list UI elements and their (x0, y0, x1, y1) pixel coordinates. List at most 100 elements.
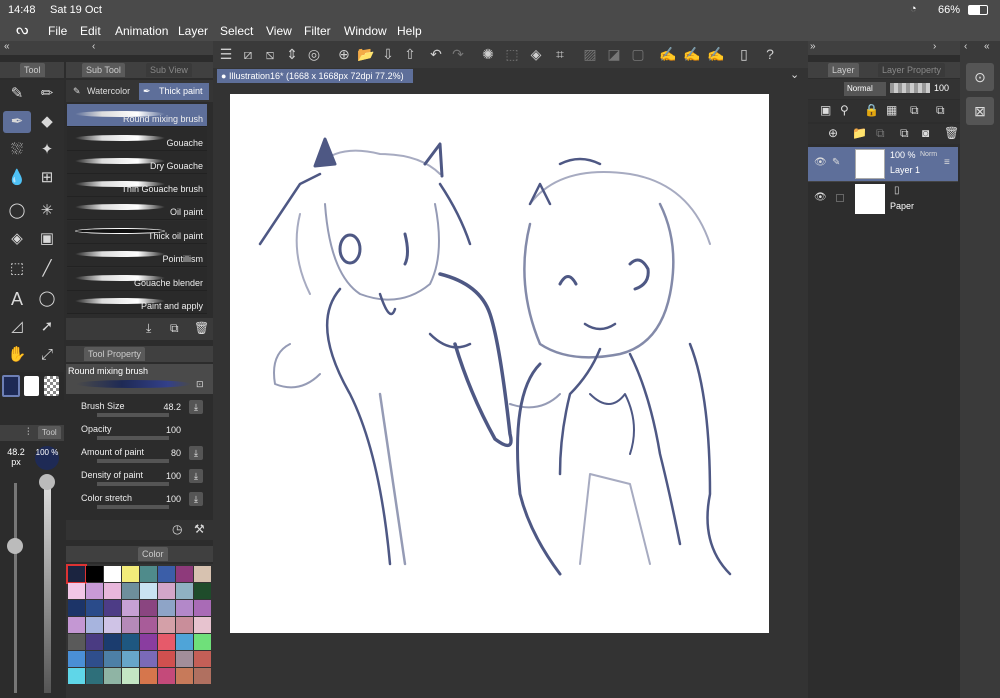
collapse-far-right-icon[interactable]: ‹ (964, 41, 967, 52)
clear-icon[interactable]: ⬚ (503, 45, 521, 63)
opacity-slider-track[interactable] (44, 483, 51, 693)
menu-view[interactable]: View (266, 24, 292, 38)
color-swatch[interactable] (194, 600, 211, 616)
object-select-icon[interactable]: ➚ (33, 316, 61, 338)
color-swatch[interactable] (104, 583, 121, 599)
move-layer-icon[interactable]: ⬚ (3, 258, 31, 280)
color-swatch[interactable] (104, 668, 121, 684)
line-tool-icon[interactable]: ╱ (33, 258, 61, 280)
selection-off-icon[interactable]: ▨ (581, 45, 599, 63)
mask-icon[interactable]: ⧉ (910, 103, 919, 118)
lasso-tool-icon[interactable]: ◯ (3, 200, 31, 222)
eye-icon[interactable]: 👁 (814, 157, 827, 168)
color-swatch[interactable] (68, 634, 85, 650)
tab-color[interactable]: Color (138, 547, 168, 561)
color-swatch[interactable] (140, 583, 157, 599)
stepper-icon[interactable]: ⇕ (283, 45, 301, 63)
hand-tool-icon[interactable]: ✋ (3, 344, 31, 366)
transparent-color-swatch[interactable] (44, 376, 59, 396)
color-swatch[interactable] (158, 600, 175, 616)
color-swatch[interactable] (86, 651, 103, 667)
brush-item-gouache-blender[interactable]: Gouache blender (67, 268, 207, 291)
brush-item-round-mixing[interactable]: Round mixing brush (67, 104, 207, 127)
color-swatch[interactable] (140, 600, 157, 616)
frame-tool-icon[interactable]: ◿ (3, 316, 31, 338)
eye-icon[interactable]: 👁 (814, 192, 827, 203)
color-swatch[interactable] (158, 651, 175, 667)
collapse-icon[interactable]: « (984, 41, 990, 52)
color-swatch[interactable] (176, 583, 193, 599)
tab-tool[interactable]: Tool (20, 63, 45, 77)
lock-icon[interactable]: ⊡ (196, 379, 204, 390)
menu-window[interactable]: Window (344, 24, 387, 38)
download-icon[interactable]: ⤓ (146, 321, 151, 336)
menu-select[interactable]: Select (220, 24, 253, 38)
color-swatch[interactable] (194, 566, 211, 582)
color-swatch[interactable] (158, 617, 175, 633)
grid-tool-icon[interactable]: ⊞ (33, 167, 61, 189)
tab-layer[interactable]: Layer (828, 63, 859, 77)
pencil-tool-icon[interactable]: ✏ (33, 83, 61, 105)
invert-selection-icon[interactable]: ◪ (605, 45, 623, 63)
color-swatch[interactable] (140, 668, 157, 684)
brush-item-pointillism[interactable]: Pointillism (67, 244, 207, 267)
brush-tool-icon[interactable]: ✒ (3, 111, 31, 133)
color-swatch[interactable] (86, 566, 103, 582)
color-swatch[interactable] (68, 583, 85, 599)
layer-row-layer1[interactable]: 👁 ✎ 100 % Norm Layer 1 ≡ (808, 147, 958, 181)
prop-opacity[interactable]: Opacity 100 (67, 421, 207, 443)
menu-file[interactable]: File (48, 24, 67, 38)
size-slider-track[interactable] (14, 483, 17, 693)
eraser-tool-icon[interactable]: ◆ (33, 111, 61, 133)
redo-icon[interactable]: ↷ (449, 45, 467, 63)
color-swatch[interactable] (194, 617, 211, 633)
document-tab[interactable]: ● Illustration16* (1668 x 1668px 72dpi 7… (217, 69, 413, 83)
magic-wand-icon[interactable]: ✳ (33, 200, 61, 222)
new-raster-layer-icon[interactable]: ⊕ (828, 126, 838, 140)
color-swatch[interactable] (86, 634, 103, 650)
color-swatch[interactable] (68, 668, 85, 684)
color-swatch[interactable] (158, 566, 175, 582)
brush-item-thin-gouache[interactable]: Thin Gouache brush (67, 174, 207, 197)
airbrush-tool-icon[interactable]: ⛆ (3, 139, 31, 161)
blend-tool-icon[interactable]: 💧 (3, 167, 31, 189)
fill-icon[interactable]: ◈ (527, 45, 545, 63)
layer-row-paper[interactable]: 👁 ▯ Paper (808, 181, 958, 215)
tab-layer-property[interactable]: Layer Property (878, 63, 946, 77)
drawing-canvas[interactable] (230, 94, 769, 633)
merge-icon[interactable]: ⧉ (900, 126, 909, 141)
help-icon[interactable]: ? (761, 45, 779, 63)
prop-density-of-paint[interactable]: Density of paint 100 ⤓ (67, 467, 207, 489)
pen-tool-icon[interactable]: ✎ (3, 83, 31, 105)
blend-mode-select[interactable]: Normal (844, 82, 886, 96)
sub-color-swatch[interactable] (24, 376, 39, 396)
group-watercolor[interactable]: ✎ Watercolor (69, 83, 139, 100)
transfer-icon[interactable]: ⧉ (876, 126, 885, 141)
eyedropper-icon[interactable]: ⤢ (33, 344, 61, 366)
color-swatch[interactable] (176, 600, 193, 616)
brush-item-paint-and-apply[interactable]: Paint and apply (67, 291, 207, 314)
crop-icon[interactable]: ⌗ (551, 45, 569, 63)
color-swatch[interactable] (66, 564, 87, 584)
opacity-slider[interactable] (890, 83, 930, 93)
download-icon[interactable]: ⤓ (189, 492, 203, 506)
lock-transparency-icon[interactable]: ▦ (886, 103, 897, 117)
download-icon[interactable]: ⤓ (189, 446, 203, 460)
checkbox-icon[interactable] (836, 194, 844, 202)
menu-layer[interactable]: Layer (178, 24, 208, 38)
size-slider-handle[interactable] (7, 538, 23, 554)
new-file-icon[interactable]: ⊕ (335, 45, 353, 63)
navigator-icon[interactable]: ⊙ (966, 63, 994, 91)
undo-icon[interactable]: ↶ (427, 45, 445, 63)
pen-pressure-icon[interactable]: ✍ (707, 45, 725, 63)
color-swatch[interactable] (86, 668, 103, 684)
color-swatch[interactable] (176, 634, 193, 650)
color-swatch[interactable] (104, 634, 121, 650)
color-swatch[interactable] (194, 583, 211, 599)
color-swatch[interactable] (86, 600, 103, 616)
color-swatch[interactable] (176, 651, 193, 667)
reset-icon[interactable]: ◷ (172, 522, 182, 536)
group-thick-paint[interactable]: ✒ Thick paint (139, 83, 209, 100)
menu-animation[interactable]: Animation (115, 24, 168, 38)
color-swatch[interactable] (194, 668, 211, 684)
